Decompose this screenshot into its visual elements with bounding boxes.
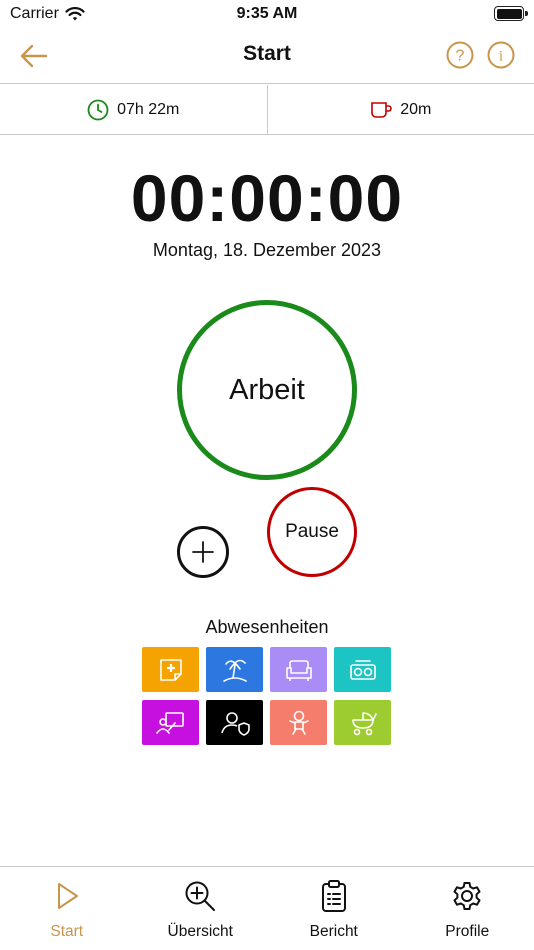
pause-button-label: Pause — [285, 521, 339, 542]
absence-vacation[interactable] — [206, 647, 263, 692]
info-button[interactable]: i — [487, 41, 515, 69]
tab-start-label: Start — [50, 923, 84, 940]
sick-note-icon — [159, 658, 182, 681]
tab-profile[interactable]: Profile — [401, 867, 534, 950]
navigation-bar: Start ? i — [0, 30, 534, 84]
absences-title: Abwesenheiten — [205, 617, 329, 637]
break-time-value: 20m — [400, 100, 432, 118]
absence-parental[interactable] — [270, 700, 327, 745]
baby-icon — [288, 710, 309, 735]
vacation-icon — [222, 659, 247, 682]
summary-row: 07h 22m 20m — [0, 85, 534, 135]
tab-start[interactable]: Start — [0, 867, 134, 950]
add-button[interactable] — [177, 526, 229, 578]
plus-icon — [192, 541, 214, 563]
absence-free-time[interactable] — [270, 647, 327, 692]
tab-overview[interactable]: Übersicht — [134, 867, 268, 950]
status-bar: Carrier 9:35 AM — [0, 0, 534, 30]
tab-report-label: Bericht — [309, 923, 358, 940]
user-shield-icon — [220, 711, 250, 736]
absence-sick-note[interactable] — [142, 647, 199, 692]
absence-childcare[interactable] — [334, 700, 391, 745]
absence-training[interactable] — [142, 700, 199, 745]
work-time-summary: 07h 22m — [0, 85, 267, 134]
help-button[interactable]: ? — [446, 41, 474, 69]
svg-text:i: i — [499, 49, 503, 65]
info-icon: i — [487, 41, 515, 69]
gear-icon — [453, 882, 481, 910]
absence-protection[interactable] — [206, 700, 263, 745]
clock-icon — [87, 99, 109, 120]
absence-grid — [142, 647, 394, 745]
svg-text:?: ? — [456, 48, 465, 65]
zoom-in-icon — [185, 881, 216, 911]
question-icon: ? — [446, 41, 474, 69]
start-work-button[interactable]: Arbeit — [177, 300, 357, 480]
work-time-value: 07h 22m — [117, 100, 180, 118]
work-button-label: Arbeit — [229, 373, 305, 406]
tab-report[interactable]: Bericht — [267, 867, 401, 950]
radio-icon — [349, 659, 376, 680]
break-time-summary: 20m — [266, 85, 534, 134]
tab-profile-label: Profile — [445, 923, 490, 940]
clipboard-icon — [321, 880, 346, 912]
current-date: Montag, 18. Dezember 2023 — [152, 240, 382, 260]
pause-button[interactable]: Pause — [267, 487, 357, 577]
tab-overview-label: Übersicht — [167, 923, 233, 940]
battery-icon — [494, 6, 528, 21]
training-icon — [155, 711, 184, 734]
sofa-icon — [285, 659, 312, 681]
absence-radio[interactable] — [334, 647, 391, 692]
stroller-icon — [351, 711, 377, 735]
elapsed-timer: 00:00:00 — [130, 161, 404, 235]
coffee-cup-icon — [371, 101, 392, 118]
clock: 9:35 AM — [236, 5, 298, 22]
play-icon — [57, 883, 78, 909]
tab-bar: Start Übersicht Bericht Profile — [0, 866, 534, 950]
